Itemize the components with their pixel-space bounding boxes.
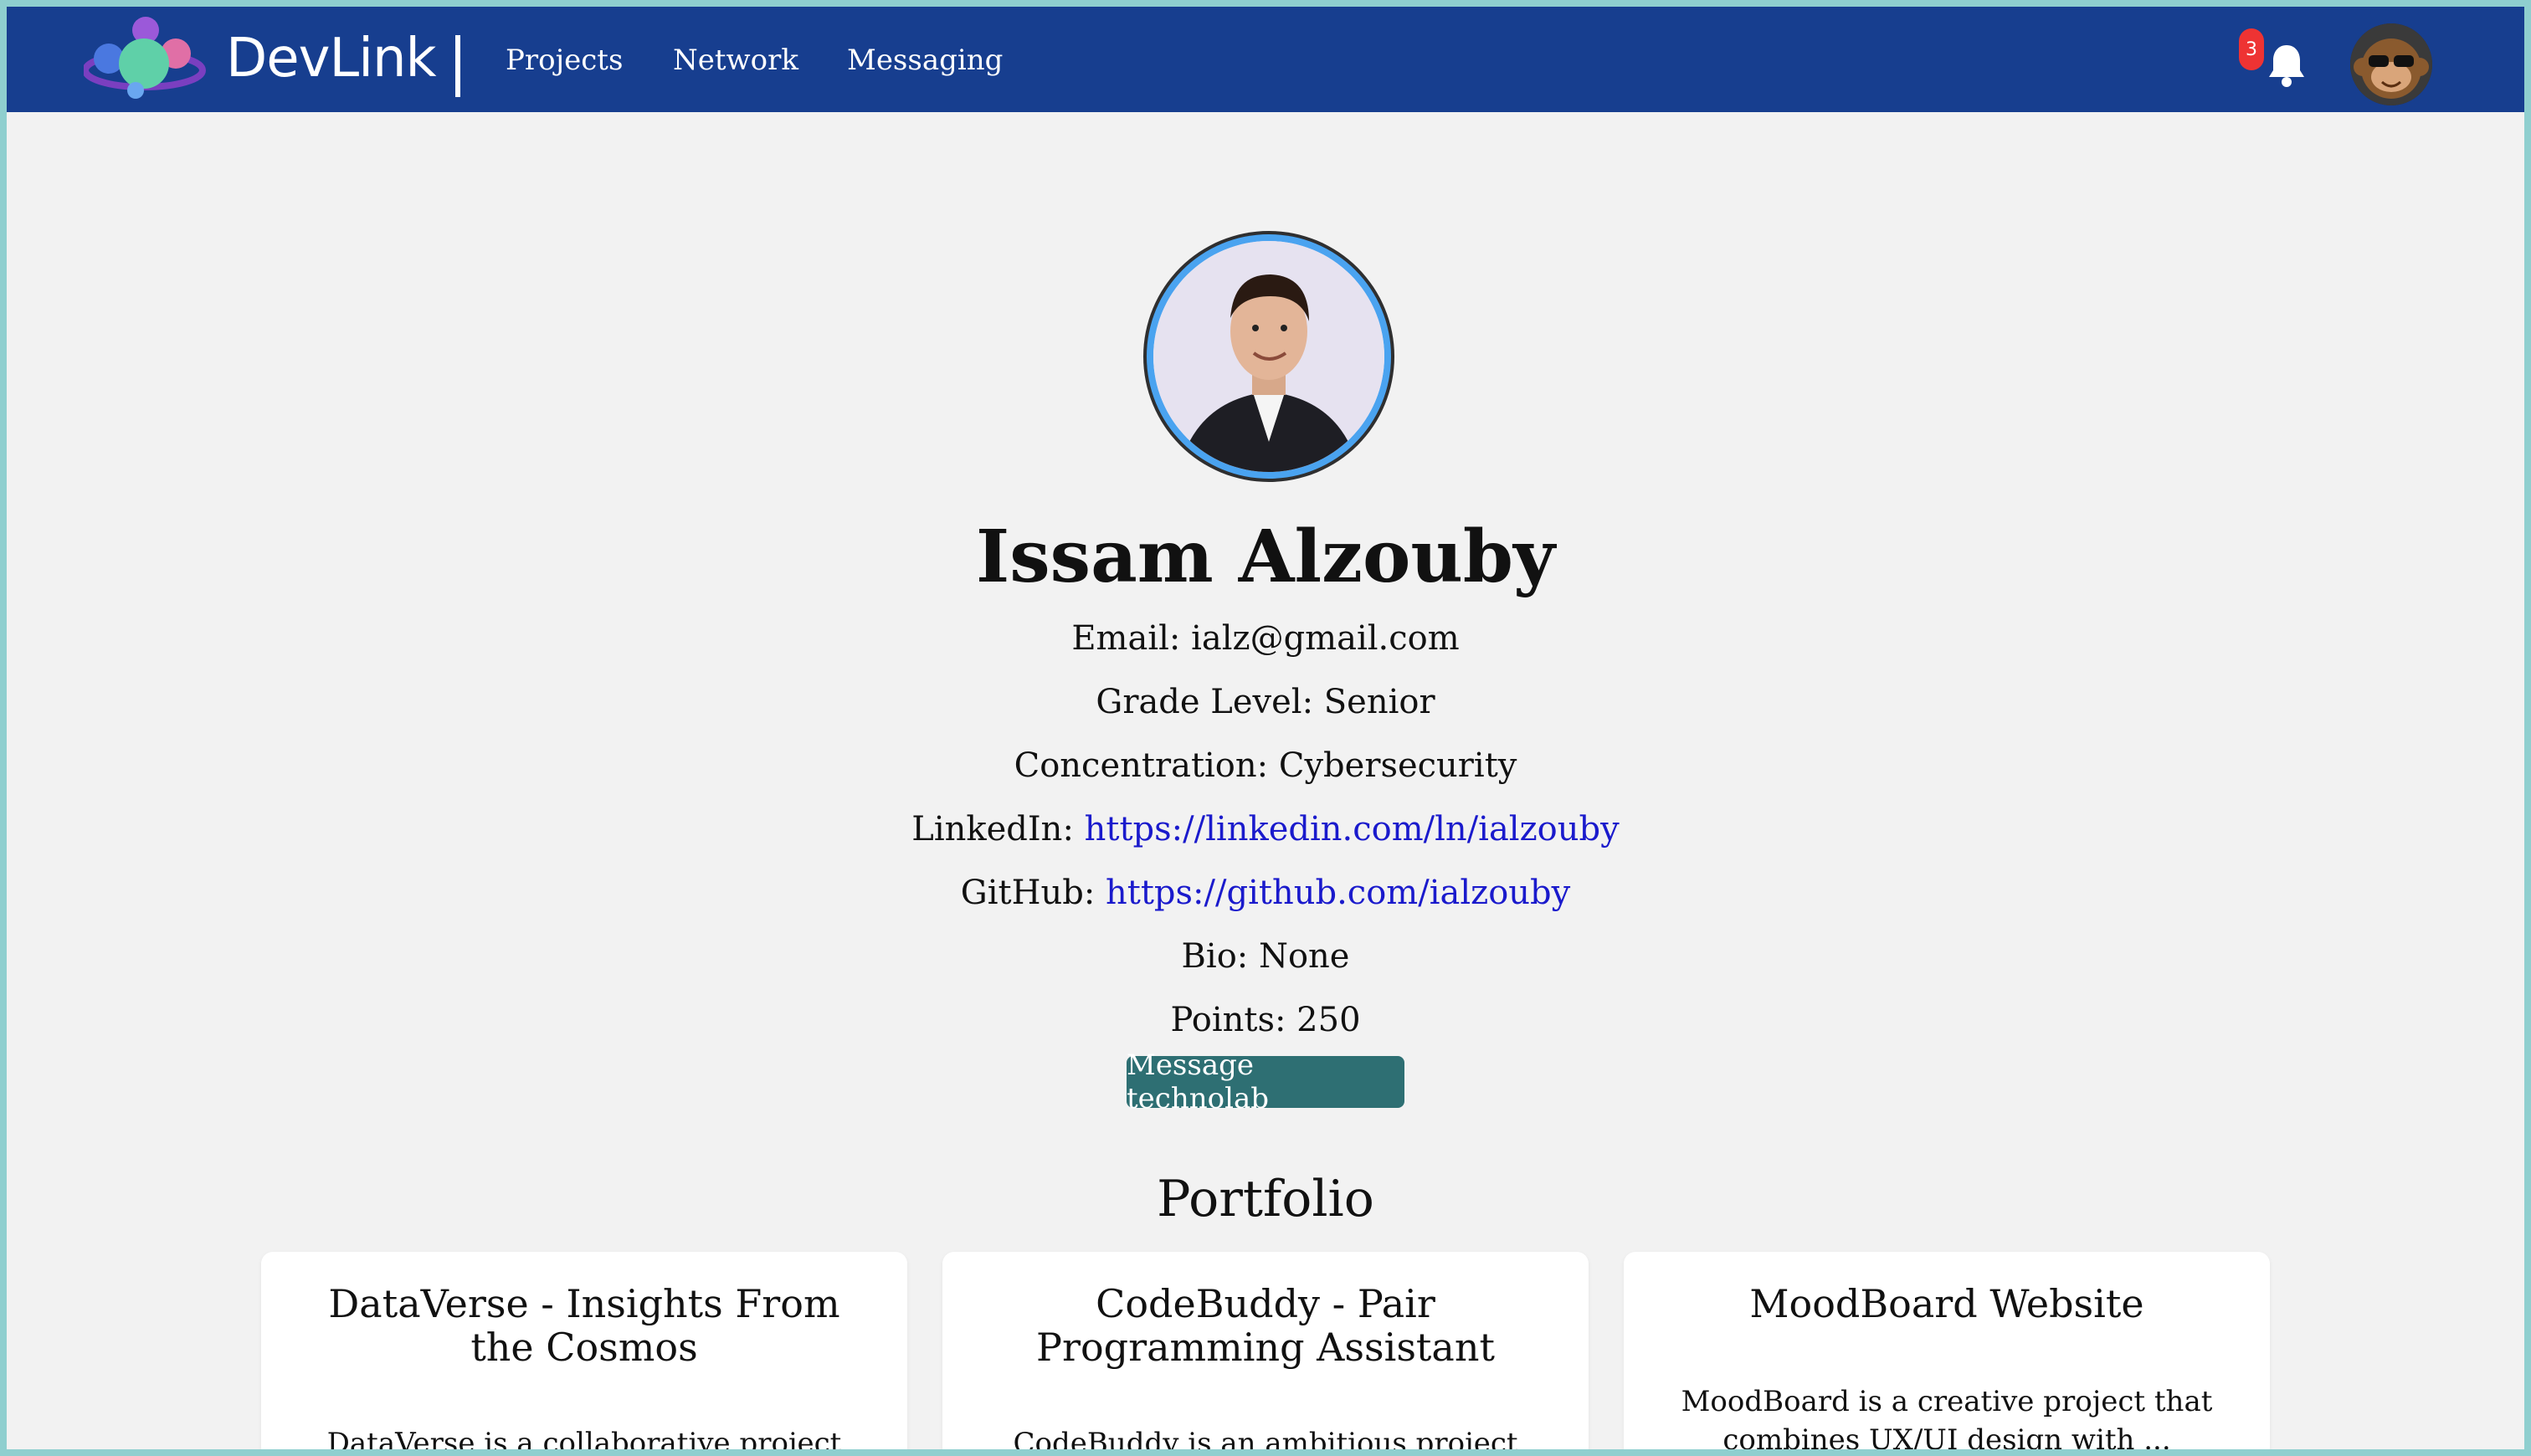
- nav-projects[interactable]: Projects: [506, 44, 623, 77]
- navbar: DevLink Projects Network Messaging 3: [7, 7, 2524, 112]
- profile-points: Points: 250: [1170, 1001, 1361, 1039]
- github-label: GitHub:: [960, 874, 1096, 912]
- card-description: MoodBoard is a creative project that com…: [1681, 1385, 2213, 1449]
- message-user-button[interactable]: Message technolab: [1127, 1048, 1404, 1115]
- profile-grade-level: Grade Level: Senior: [1096, 683, 1435, 721]
- github-link[interactable]: https://github.com/ialzouby: [1106, 874, 1570, 912]
- profile-linkedin: LinkedIn: https://linkedin.com/ln/ialzou…: [7, 808, 2524, 850]
- profile-name: Issam Alzouby: [976, 515, 1555, 599]
- portfolio-heading: Portfolio: [1157, 1170, 1374, 1228]
- brand-divider: [455, 35, 460, 97]
- profile-github: GitHub: https://github.com/ialzouby: [7, 872, 2524, 914]
- bell-icon[interactable]: [2267, 42, 2307, 87]
- linkedin-label: LinkedIn:: [911, 810, 1074, 848]
- card-title: MoodBoard Website: [1749, 1281, 2144, 1326]
- profile-photo: [1143, 231, 1394, 482]
- browser-viewport: DevLink Projects Network Messaging 3 Iss…: [7, 7, 2524, 1449]
- user-avatar[interactable]: [2350, 23, 2432, 105]
- brand-name[interactable]: DevLink: [226, 28, 437, 89]
- card-description: DataVerse is a collaborative project foc…: [326, 1427, 842, 1449]
- card-title: CodeBuddy - Pair Programming Assistant: [1036, 1281, 1495, 1370]
- devlink-logo-icon[interactable]: [82, 15, 209, 102]
- profile-concentration: Concentration: Cybersecurity: [1014, 746, 1517, 785]
- nav-messaging[interactable]: Messaging: [847, 44, 1003, 77]
- profile-bio: Bio: None: [1181, 937, 1350, 976]
- linkedin-link[interactable]: https://linkedin.com/ln/ialzouby: [1085, 810, 1620, 848]
- notification-badge: 3: [2239, 28, 2264, 70]
- profile-email: Email: ialz@gmail.com: [1071, 619, 1460, 658]
- portfolio-card-dataverse[interactable]: DataVerse - Insights From the Cosmos Dat…: [261, 1252, 907, 1449]
- nav-network[interactable]: Network: [673, 44, 798, 77]
- portfolio-card-moodboard[interactable]: MoodBoard Website MoodBoard is a creativ…: [1624, 1252, 2270, 1449]
- card-title: DataVerse - Insights From the Cosmos: [328, 1281, 840, 1370]
- portfolio-card-codebuddy[interactable]: CodeBuddy - Pair Programming Assistant C…: [942, 1252, 1589, 1449]
- card-description: CodeBuddy is an ambitious project aimed …: [1013, 1427, 1518, 1449]
